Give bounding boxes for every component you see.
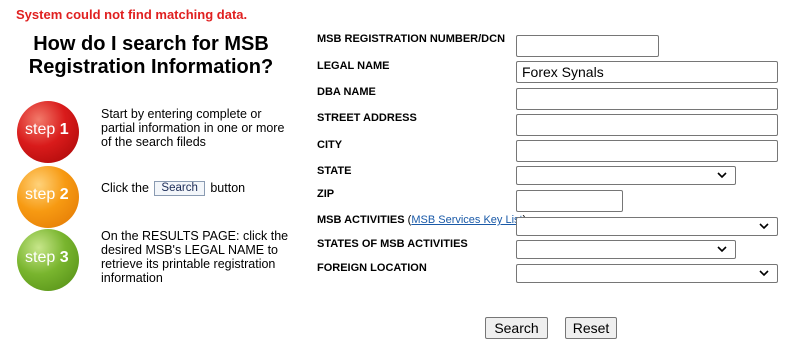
step-3-word: step bbox=[25, 249, 56, 266]
zip-input[interactable] bbox=[516, 190, 623, 212]
msb-activities-label-text: MSB ACTIVITIES bbox=[317, 214, 405, 226]
chevron-down-icon bbox=[717, 172, 727, 179]
step-1-description: Start by entering complete or partial in… bbox=[101, 107, 285, 149]
help-title-line2: Registration Information? bbox=[28, 56, 274, 78]
street-address-label: STREET ADDRESS bbox=[317, 112, 417, 124]
city-label: CITY bbox=[317, 139, 343, 151]
legal-name-label: LEGAL NAME bbox=[317, 60, 390, 72]
step-3-description: On the RESULTS PAGE: click the desired M… bbox=[101, 229, 289, 285]
foreign-location-select[interactable] bbox=[516, 264, 778, 283]
step-2-text-before: Click the bbox=[101, 181, 149, 195]
step-2-word: step bbox=[25, 186, 56, 203]
city-input[interactable] bbox=[516, 140, 778, 162]
step-3-number: 3 bbox=[59, 249, 69, 266]
reset-button[interactable]: Reset bbox=[565, 317, 617, 339]
msb-registration-label: MSB REGISTRATION NUMBER/DCN bbox=[317, 33, 506, 45]
state-label: STATE bbox=[317, 165, 352, 177]
street-address-input[interactable] bbox=[516, 114, 778, 136]
states-of-msb-activities-select[interactable] bbox=[516, 240, 736, 259]
dba-name-input[interactable] bbox=[516, 88, 778, 110]
dba-name-label: DBA NAME bbox=[317, 86, 376, 98]
msb-registration-input[interactable] bbox=[516, 35, 659, 57]
zip-label: ZIP bbox=[317, 188, 335, 200]
step-2-description: Click the Search button bbox=[101, 181, 291, 197]
msb-services-key-list-link[interactable]: MSB Services Key List bbox=[411, 214, 522, 226]
search-button[interactable]: Search bbox=[485, 317, 548, 339]
state-select[interactable] bbox=[516, 166, 736, 185]
msb-activities-label: MSB ACTIVITIES (MSB Services Key List) bbox=[317, 214, 526, 226]
step-2-icon: step 2 bbox=[17, 166, 79, 228]
help-title: How do I search for MSB Registration Inf… bbox=[20, 33, 282, 79]
foreign-location-label: FOREIGN LOCATION bbox=[317, 262, 427, 274]
chevron-down-icon bbox=[759, 223, 769, 230]
error-message: System could not find matching data. bbox=[16, 7, 248, 22]
step-3-icon: step 3 bbox=[17, 229, 79, 291]
step-2-number: 2 bbox=[59, 186, 69, 203]
step-2-text-after: button bbox=[210, 181, 246, 195]
step-1-number: 1 bbox=[59, 121, 69, 138]
step-1-word: step bbox=[25, 121, 56, 138]
msb-activities-select[interactable] bbox=[516, 217, 778, 236]
chevron-down-icon bbox=[717, 246, 727, 253]
inline-search-button-image: Search bbox=[154, 181, 205, 197]
states-of-msb-activities-label: STATES OF MSB ACTIVITIES bbox=[317, 238, 468, 250]
step-1-icon: step 1 bbox=[17, 101, 79, 163]
legal-name-input[interactable]: Forex Synals bbox=[516, 61, 778, 83]
legal-name-value: Forex Synals bbox=[522, 64, 604, 80]
chevron-down-icon bbox=[759, 270, 769, 277]
help-title-line1: How do I search for MSB bbox=[33, 33, 269, 55]
